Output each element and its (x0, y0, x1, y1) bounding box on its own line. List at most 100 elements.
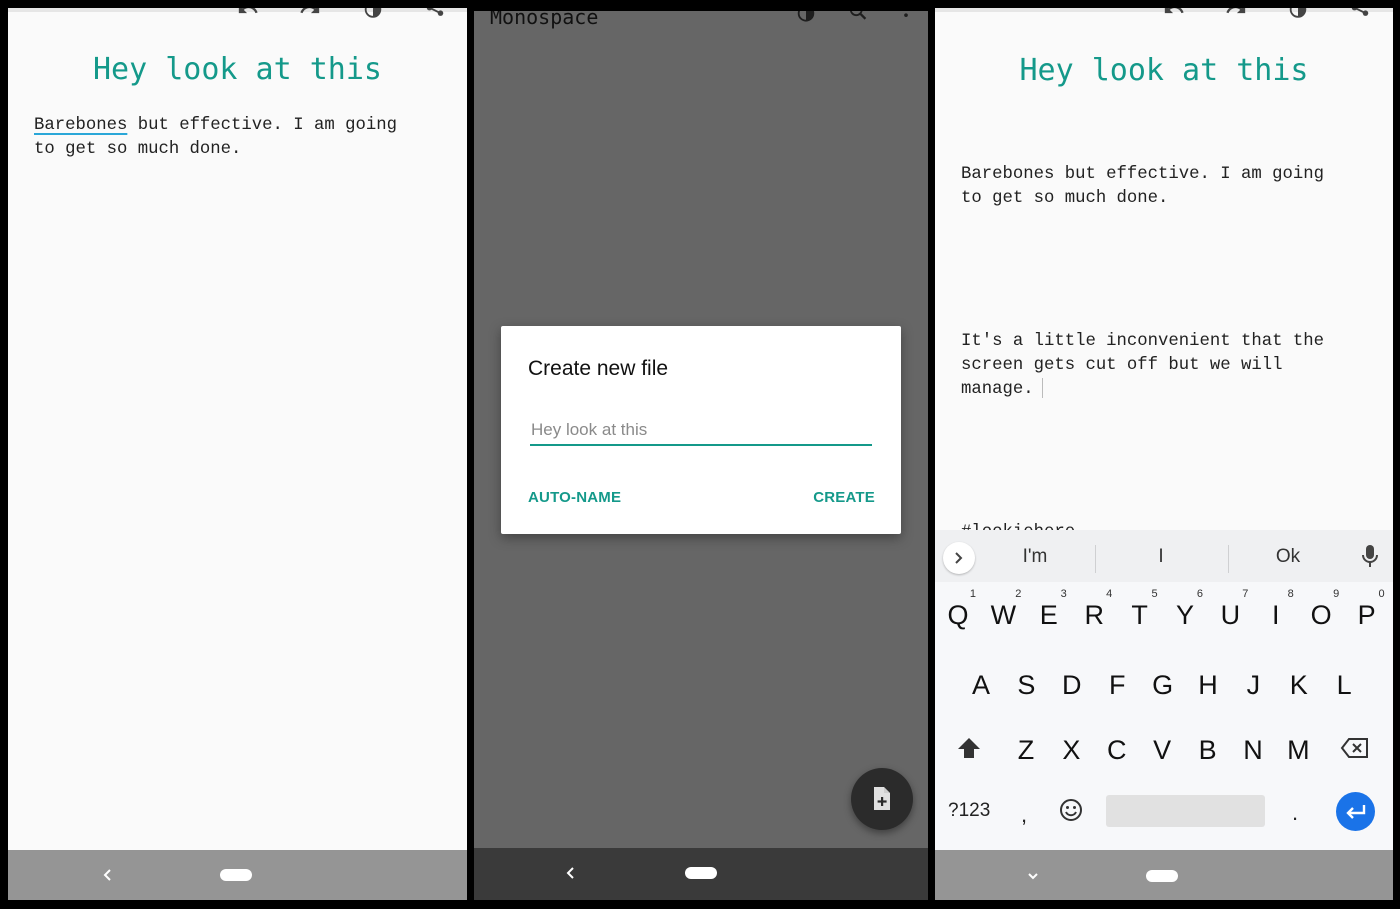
theme-contrast-icon[interactable] (1285, 8, 1311, 26)
hide-keyboard-icon[interactable] (1025, 868, 1041, 886)
key-d[interactable]: D (1052, 670, 1092, 701)
key-n[interactable]: N (1233, 735, 1273, 766)
comma-key[interactable]: , (1021, 802, 1027, 828)
key-f[interactable]: F (1097, 670, 1137, 701)
key-hint: 8 (1287, 588, 1294, 600)
redo-icon[interactable] (297, 8, 323, 26)
key-k[interactable]: K (1279, 670, 1319, 701)
key-y[interactable]: Y6 (1165, 588, 1205, 631)
period-key[interactable]: . (1292, 800, 1298, 826)
key-j[interactable]: J (1233, 670, 1273, 701)
suggestion-2[interactable]: I (1101, 546, 1221, 568)
key-hint: 6 (1196, 588, 1203, 600)
key-hint: 7 (1242, 588, 1249, 600)
key-u[interactable]: U7 (1210, 588, 1250, 631)
key-label: I (1272, 600, 1280, 630)
dialog-title: Create new file (528, 357, 669, 380)
undo-icon[interactable] (235, 8, 261, 26)
chevron-right-icon (955, 552, 963, 564)
share-icon[interactable] (422, 8, 448, 26)
key-q[interactable]: Q1 (938, 588, 978, 631)
search-icon[interactable] (846, 11, 872, 28)
space-key[interactable] (1106, 795, 1265, 827)
key-label: W (990, 600, 1017, 630)
key-hint: 1 (969, 588, 976, 600)
shift-icon[interactable] (956, 736, 982, 760)
home-pill[interactable] (1146, 870, 1178, 882)
key-hint: 0 (1378, 588, 1385, 600)
paragraph-2: It's a little inconvenient that the scre… (961, 330, 1373, 402)
key-p[interactable]: P0 (1347, 588, 1387, 631)
key-c[interactable]: C (1097, 735, 1137, 766)
navigation-bar (935, 850, 1393, 900)
paragraph-1: Barebones but effective. I am going to g… (961, 165, 1324, 208)
key-hint: 3 (1060, 588, 1067, 600)
spellcheck-underlined-word[interactable]: Barebones (34, 116, 127, 135)
editor-screen-left: Hey look at this Barebones but effective… (8, 8, 467, 900)
key-w[interactable]: W2 (983, 588, 1023, 631)
key-a[interactable]: A (961, 670, 1001, 701)
key-label: Y (1175, 600, 1194, 630)
key-label: U (1220, 600, 1241, 630)
enter-key[interactable] (1336, 792, 1375, 831)
key-x[interactable]: X (1051, 735, 1091, 766)
file-name-input[interactable] (530, 418, 872, 446)
file-list-screen: Monospace Create new file AUTO-NAME CREA… (474, 11, 928, 900)
editor-toolbar (8, 8, 467, 36)
key-l[interactable]: L (1324, 670, 1364, 701)
key-hint: 5 (1151, 588, 1158, 600)
key-r[interactable]: R4 (1074, 588, 1114, 631)
suggestion-3[interactable]: Ok (1228, 546, 1348, 568)
expand-toolbar-button[interactable] (943, 542, 975, 574)
suggestion-1[interactable]: I'm (975, 546, 1095, 568)
enter-icon (1345, 804, 1365, 819)
key-s[interactable]: S (1006, 670, 1046, 701)
key-label: O (1310, 600, 1332, 630)
key-o[interactable]: O9 (1301, 588, 1341, 631)
text-cursor (1041, 378, 1043, 399)
document-body[interactable]: Barebones but effective. I am going to g… (961, 115, 1373, 593)
key-b[interactable]: B (1188, 735, 1228, 766)
suggestion-divider (1095, 545, 1096, 573)
emoji-icon[interactable] (1059, 798, 1083, 822)
key-m[interactable]: M (1278, 735, 1318, 766)
key-t[interactable]: T5 (1120, 588, 1160, 631)
create-file-dialog: Create new file AUTO-NAME CREATE (501, 326, 901, 534)
document-body[interactable]: Barebones but effective. I am going to g… (34, 114, 447, 162)
auto-name-button[interactable]: AUTO-NAME (528, 489, 621, 506)
key-label: Q (947, 600, 969, 630)
editor-screen-right: Hey look at this Barebones but effective… (935, 8, 1393, 900)
create-button[interactable]: CREATE (813, 489, 875, 506)
key-hint: 9 (1333, 588, 1340, 600)
app-title: Monospace (490, 11, 599, 29)
suggestion-strip: I'm I Ok (935, 530, 1393, 582)
microphone-icon[interactable] (1361, 544, 1379, 570)
key-z[interactable]: Z (1006, 735, 1046, 766)
new-file-fab[interactable] (851, 768, 913, 830)
theme-contrast-icon[interactable] (793, 11, 819, 28)
document-title[interactable]: Hey look at this (8, 52, 467, 87)
paragraph-2-text: It's a little inconvenient that the scre… (961, 332, 1324, 399)
home-pill[interactable] (685, 867, 717, 879)
home-pill[interactable] (220, 869, 252, 881)
back-icon[interactable] (100, 866, 116, 884)
share-icon[interactable] (1347, 8, 1373, 26)
key-v[interactable]: V (1142, 735, 1182, 766)
theme-contrast-icon[interactable] (360, 8, 386, 26)
undo-icon[interactable] (1161, 8, 1187, 26)
backspace-icon[interactable] (1340, 736, 1370, 760)
key-hint: 2 (1015, 588, 1022, 600)
key-h[interactable]: H (1188, 670, 1228, 701)
more-vert-icon[interactable] (893, 11, 919, 28)
symbols-key[interactable]: ?123 (948, 800, 990, 822)
key-i[interactable]: I8 (1256, 588, 1296, 631)
navigation-bar (8, 850, 467, 900)
redo-icon[interactable] (1223, 8, 1249, 26)
new-file-icon (874, 787, 890, 810)
key-label: E (1039, 600, 1058, 630)
back-icon[interactable] (563, 864, 579, 882)
key-g[interactable]: G (1143, 670, 1183, 701)
key-label: T (1131, 600, 1148, 630)
key-e[interactable]: E3 (1029, 588, 1069, 631)
document-title[interactable]: Hey look at this (935, 53, 1393, 88)
